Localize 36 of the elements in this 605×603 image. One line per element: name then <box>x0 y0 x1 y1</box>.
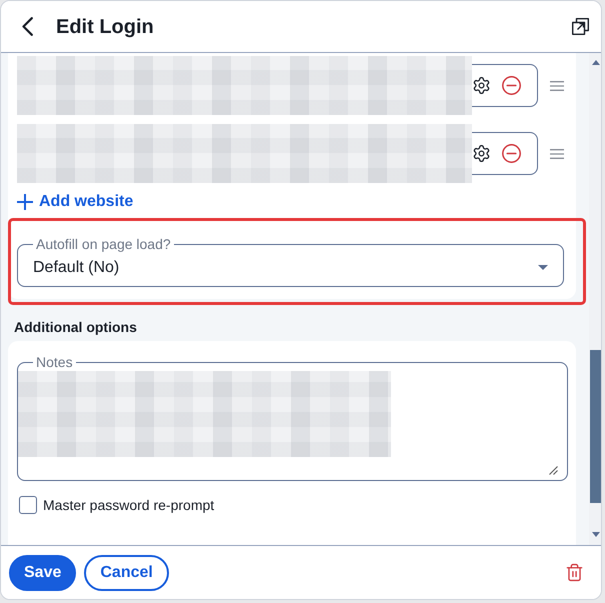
popout-icon <box>572 18 589 35</box>
drag-handle[interactable] <box>550 80 564 90</box>
back-button[interactable] <box>22 17 33 36</box>
cancel-button[interactable]: Cancel <box>84 554 169 590</box>
autofill-select[interactable]: Autofill on page load? Default (No) <box>17 236 564 287</box>
checkbox-label: Master password re-prompt <box>43 496 214 514</box>
reprompt-checkbox[interactable] <box>19 496 37 514</box>
plus-icon <box>17 194 33 210</box>
scroll-up-arrow-icon[interactable] <box>592 60 600 65</box>
popout-button[interactable] <box>572 18 589 35</box>
scrollbar[interactable] <box>589 53 601 545</box>
trash-icon <box>565 563 584 582</box>
website-field[interactable] <box>472 64 538 107</box>
scroll-down-arrow-icon[interactable] <box>592 532 600 537</box>
drag-handle[interactable] <box>550 148 564 158</box>
minus-circle-icon <box>502 144 521 163</box>
settings-icon <box>472 144 491 163</box>
resize-grip-icon <box>549 466 558 475</box>
scrollbar-thumb[interactable] <box>590 350 601 503</box>
delete-button[interactable] <box>565 563 584 582</box>
website-field[interactable] <box>472 132 538 175</box>
settings-icon <box>472 76 491 95</box>
settings-button[interactable] <box>472 144 491 163</box>
drag-handle-icon <box>550 80 564 90</box>
chevron-left-icon <box>22 17 33 36</box>
save-button[interactable]: Save <box>9 554 76 590</box>
add-website-button[interactable]: Add website <box>17 192 134 212</box>
drag-handle-icon <box>550 148 564 158</box>
notes-field[interactable]: Notes <box>17 354 568 481</box>
caret-down-icon <box>538 265 548 270</box>
page-title: Edit Login <box>56 14 154 38</box>
minus-circle-icon <box>502 76 521 95</box>
settings-button[interactable] <box>472 76 491 95</box>
remove-button[interactable] <box>502 144 521 163</box>
remove-button[interactable] <box>502 76 521 95</box>
section-title: Additional options <box>14 319 137 335</box>
